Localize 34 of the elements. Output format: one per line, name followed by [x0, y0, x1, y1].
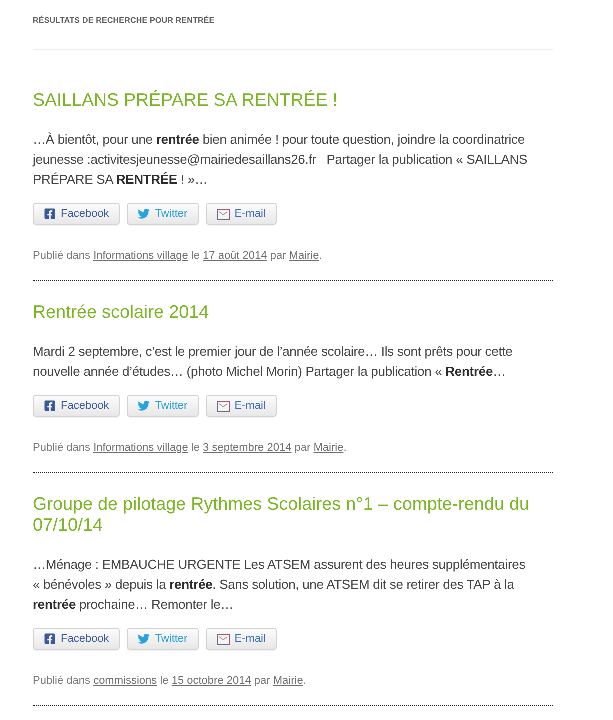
- category-link[interactable]: commissions: [94, 675, 158, 687]
- search-results-heading: RÉSULTATS DE RECHERCHE POUR RENTRÉE: [33, 15, 216, 27]
- twitter-share-button[interactable]: Twitter: [127, 203, 199, 225]
- envelope-icon: [216, 208, 230, 220]
- post-meta: Publié dans Informations village le 3 septembre 2014 par Mairie.: [33, 441, 348, 456]
- date-link[interactable]: 17 août 2014: [203, 250, 268, 262]
- date-link[interactable]: 3 septembre 2014: [203, 442, 292, 454]
- bird-icon: [138, 400, 150, 412]
- facebook-share-button[interactable]: Facebook: [33, 203, 120, 225]
- category-link[interactable]: Informations village: [94, 250, 188, 262]
- post-excerpt: …Ménage : EMBAUCHE URGENTE Les ATSEM assurent des heures supplémentaires « bénévoles » depuis la rentrée. Sans solution, une ATSEM dit se retirer des TAP à la rentrée prochaine… Remonter le…: [33, 556, 527, 614]
- envelope-icon: [216, 634, 230, 644]
- email-share-button[interactable]: E-mail: [206, 628, 277, 650]
- author-link[interactable]: Mairie: [314, 442, 344, 454]
- category-link[interactable]: Informations village: [94, 442, 188, 454]
- facebook-logo-icon: [44, 633, 56, 645]
- post-excerpt: …À bientôt, pour une rentrée bien animée ! pour toute question, joindre la coordinatrice jeunesse :activitesjeunesse@mairiedesaillans26.fr Partager la publication « SAILLANS PRÉPARE SA RENTRÉE ! »…: [33, 131, 529, 189]
- facebook-share-button[interactable]: Facebook: [33, 395, 120, 417]
- facebook-share-button[interactable]: Facebook: [33, 628, 120, 650]
- facebook-logo-icon: [44, 208, 56, 220]
- author-link[interactable]: Mairie: [273, 675, 304, 687]
- bird-icon: [138, 633, 150, 645]
- post-meta: Publié dans commissions le 15 octobre 2014 par Mairie.: [33, 674, 308, 689]
- facebook-logo-icon: [44, 400, 56, 412]
- email-share-button[interactable]: E-mail: [206, 395, 277, 417]
- post-excerpt: Mardi 2 septembre, c’est le premier jour de l’année scolaire… Ils sont prêts pour cette nouvelle année d’études… (photo Michel Morin) Partager la publication « Rentrée…: [33, 343, 514, 381]
- date-link[interactable]: 15 octobre 2014: [172, 675, 252, 687]
- post-meta: Publié dans Informations village le 17 août 2014 par Mairie.: [33, 249, 324, 264]
- author-link[interactable]: Mairie: [289, 250, 320, 262]
- envelope-icon: [216, 400, 230, 412]
- email-share-button[interactable]: E-mail: [206, 203, 277, 225]
- twitter-share-button[interactable]: Twitter: [127, 395, 199, 417]
- bird-icon: [138, 208, 150, 220]
- twitter-share-button[interactable]: Twitter: [127, 628, 199, 650]
